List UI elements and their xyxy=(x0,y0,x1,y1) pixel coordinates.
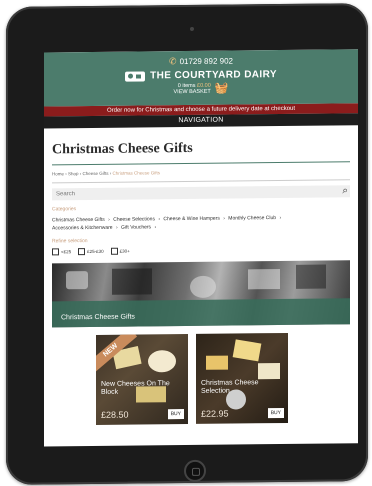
product-card[interactable]: NEW New Cheeses On The Block £28.50 BUY xyxy=(96,333,188,425)
checkbox[interactable] xyxy=(78,248,86,256)
stage: ✆ 01729 892 902 THE COURTYARD DAIRY 0 it… xyxy=(0,0,372,486)
category-link[interactable]: Christmas Cheese Gifts › xyxy=(52,217,110,224)
basket-icon[interactable]: 🧺 xyxy=(215,83,229,95)
tablet-frame: ✆ 01729 892 902 THE COURTYARD DAIRY 0 it… xyxy=(6,3,368,485)
breadcrumb-home[interactable]: Home xyxy=(52,171,64,176)
screen: ✆ 01729 892 902 THE COURTYARD DAIRY 0 it… xyxy=(44,49,358,447)
product-name[interactable]: New Cheeses On The Block xyxy=(101,380,181,397)
filter-25-30[interactable]: £25-£30 xyxy=(78,248,104,256)
search-bar: ⌕ xyxy=(52,185,350,201)
category-link[interactable]: Cheese Selections › xyxy=(113,216,160,222)
phone-text: 01729 892 902 xyxy=(179,56,233,67)
category-link[interactable]: Monthly Cheese Club › xyxy=(228,215,281,222)
category-list: Christmas Cheese Gifts › Cheese Selectio… xyxy=(52,213,350,232)
breadcrumb-shop[interactable]: Shop xyxy=(68,171,79,176)
buy-button[interactable]: BUY xyxy=(267,407,284,419)
search-input[interactable] xyxy=(56,189,256,198)
category-link[interactable]: Gift Vouchers › xyxy=(121,224,156,230)
refine-filters: <£25 £25-£30 £30+ xyxy=(52,245,350,256)
breadcrumb: Home › Shop › Cheese Gifts › Christmas C… xyxy=(52,168,350,184)
page-title: Christmas Cheese Gifts xyxy=(52,139,350,166)
checkbox[interactable] xyxy=(52,248,59,256)
site-header: ✆ 01729 892 902 THE COURTYARD DAIRY 0 it… xyxy=(44,49,358,107)
navigation-toggle[interactable]: NAVIGATION xyxy=(44,113,358,129)
basket-widget[interactable]: 0 items £0.00 VIEW BASKET 🧺 xyxy=(44,81,358,96)
category-link[interactable]: Cheese & Wine Hampers › xyxy=(163,216,224,223)
breadcrumb-cheese-gifts[interactable]: Cheese Gifts xyxy=(83,171,109,176)
phone-icon: ✆ xyxy=(169,56,177,67)
banner-caption: Christmas Cheese Gifts xyxy=(52,298,350,328)
filter-under-25[interactable]: <£25 xyxy=(52,248,71,256)
product-card[interactable]: Christmas Cheese Selection £22.95 BUY xyxy=(196,332,288,424)
main-content: Christmas Cheese Gifts Home › Shop › Che… xyxy=(44,139,358,328)
category-link[interactable]: Accessories & Kitchenware › xyxy=(52,225,118,232)
home-button[interactable] xyxy=(184,459,206,483)
category-banner: Christmas Cheese Gifts xyxy=(52,260,350,328)
search-icon[interactable]: ⌕ xyxy=(342,185,348,196)
product-price: £28.50 xyxy=(101,409,129,420)
categories-label: Categories xyxy=(52,206,77,213)
camera-icon xyxy=(190,26,194,31)
view-basket-link[interactable]: VIEW BASKET xyxy=(174,89,211,95)
filter-30-plus[interactable]: £30+ xyxy=(110,247,130,255)
cow-logo-icon xyxy=(125,70,146,82)
buy-button[interactable]: BUY xyxy=(167,409,184,420)
brand-name: THE COURTYARD DAIRY xyxy=(150,69,277,82)
site-logo[interactable]: THE COURTYARD DAIRY xyxy=(44,68,358,82)
basket-text: 0 items £0.00 VIEW BASKET xyxy=(174,83,211,95)
checkbox[interactable] xyxy=(110,247,118,255)
product-grid: NEW New Cheeses On The Block £28.50 BUY … xyxy=(96,332,358,425)
breadcrumb-current: Christmas Cheese Gifts xyxy=(112,170,161,176)
refine-label: Refine selection xyxy=(52,238,88,245)
phone-number[interactable]: ✆ 01729 892 902 xyxy=(44,49,358,68)
product-price: £22.95 xyxy=(201,408,229,419)
product-name[interactable]: Christmas Cheese Selection xyxy=(201,379,281,396)
